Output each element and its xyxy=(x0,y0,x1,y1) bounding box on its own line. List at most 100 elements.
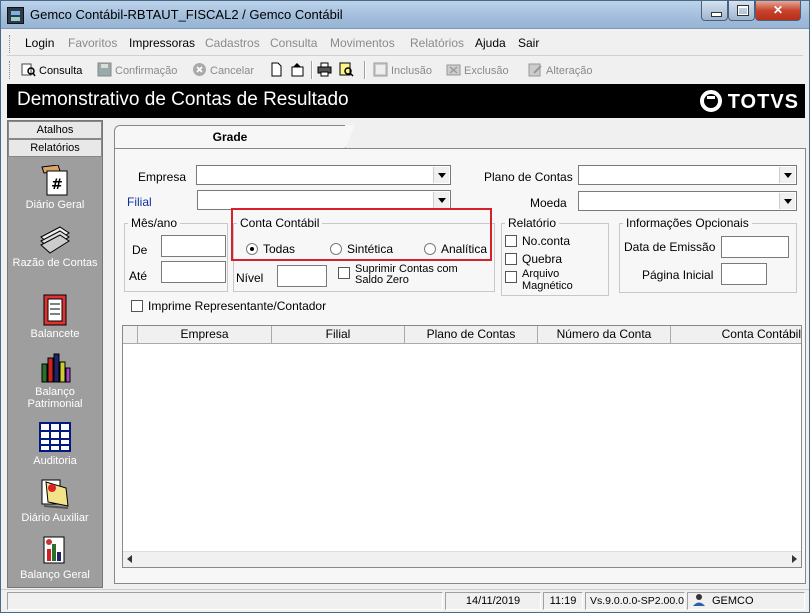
maximize-button[interactable] xyxy=(728,1,755,21)
grid-header: Empresa Filial Plano de Contas Número da… xyxy=(123,326,801,344)
sidebar-item-razao[interactable]: Razão de Contas xyxy=(8,223,102,269)
radio-sintetica-label[interactable]: Sintética xyxy=(347,242,393,256)
cancelar-button[interactable]: Cancelar xyxy=(192,62,254,78)
de-label: De xyxy=(132,243,148,257)
menu-relatorios[interactable]: Relatórios xyxy=(410,36,464,50)
radio-analitica[interactable] xyxy=(424,243,436,255)
empresa-label: Empresa xyxy=(138,170,187,184)
window-title: Gemco Contábil-RBTAUT_FISCAL2 / Gemco Co… xyxy=(30,7,343,22)
minimize-button[interactable] xyxy=(701,1,728,21)
radio-analitica-label[interactable]: Analítica xyxy=(441,242,487,256)
nivel-input[interactable] xyxy=(277,265,327,287)
sidebar-item-diario-auxiliar[interactable]: Diário Auxiliar xyxy=(8,478,102,524)
imprime-representante-label[interactable]: Imprime Representante/Contador xyxy=(148,299,326,313)
quebra-checkbox[interactable] xyxy=(505,253,517,265)
save-icon xyxy=(97,62,112,77)
sidebar-item-balanco-patrimonial[interactable]: Balanço Patrimonial xyxy=(8,352,102,410)
confirmacao-button[interactable]: Confirmação xyxy=(97,62,177,78)
title-bar[interactable]: Gemco Contábil-RBTAUT_FISCAL2 / Gemco Co… xyxy=(1,1,809,29)
arquivo-magnetico-checkbox[interactable] xyxy=(505,271,517,283)
de-input[interactable] xyxy=(161,235,226,257)
radio-todas[interactable] xyxy=(246,243,258,255)
pagina-inicial-input[interactable] xyxy=(721,263,767,285)
results-grid[interactable]: Empresa Filial Plano de Contas Número da… xyxy=(122,325,802,568)
consulta-label: Consulta xyxy=(39,65,83,77)
menu-cadastros[interactable]: Cadastros xyxy=(205,36,260,50)
scroll-left-icon[interactable] xyxy=(127,555,132,563)
grid-header-corner xyxy=(123,326,138,344)
application-window: Gemco Contábil-RBTAUT_FISCAL2 / Gemco Co… xyxy=(0,0,810,613)
chevron-down-icon[interactable] xyxy=(433,192,449,208)
new-document-icon xyxy=(269,62,284,77)
consulta-button[interactable]: Consulta xyxy=(21,62,82,78)
balanco-patrimonial-icon xyxy=(38,352,72,384)
totvs-logo-icon xyxy=(699,90,722,112)
chevron-down-icon[interactable] xyxy=(433,167,449,183)
delete-record-icon xyxy=(446,62,461,77)
preview-button[interactable] xyxy=(339,62,357,78)
sidebar-item-label: Diário Geral xyxy=(25,199,85,211)
plano-contas-label: Plano de Contas xyxy=(484,170,573,184)
relatorio-legend: Relatório xyxy=(508,216,557,230)
chevron-down-icon[interactable] xyxy=(779,193,795,209)
ate-input[interactable] xyxy=(161,261,226,283)
inclusao-button[interactable]: Inclusão xyxy=(373,62,432,78)
column-header-empresa[interactable]: Empresa xyxy=(138,326,272,344)
menu-ajuda[interactable]: Ajuda xyxy=(475,36,506,50)
data-emissao-input[interactable] xyxy=(721,236,789,258)
sidebar-item-label: Balanço Geral xyxy=(20,569,90,581)
sidebar-item-diario-geral[interactable]: # Diário Geral xyxy=(8,164,102,211)
column-header-numero-conta[interactable]: Número da Conta xyxy=(538,326,671,344)
status-user-panel: GEMCO xyxy=(687,592,805,610)
user-icon xyxy=(692,593,706,607)
menu-sair[interactable]: Sair xyxy=(518,36,539,50)
column-header-plano-contas[interactable]: Plano de Contas xyxy=(405,326,538,344)
status-time: 11:19 xyxy=(543,592,583,610)
toolbar-grip xyxy=(9,61,12,79)
imprime-representante-checkbox[interactable] xyxy=(131,300,143,312)
tab-grade[interactable]: Grade xyxy=(114,125,355,149)
menu-favoritos[interactable]: Favoritos xyxy=(68,36,117,50)
column-header-filial[interactable]: Filial xyxy=(272,326,405,344)
cancel-icon xyxy=(192,62,207,77)
plano-contas-combo[interactable] xyxy=(578,165,797,185)
chevron-down-icon[interactable] xyxy=(779,167,795,183)
moeda-combo[interactable] xyxy=(578,191,797,211)
razao-icon xyxy=(38,223,72,255)
export-button[interactable] xyxy=(290,62,308,78)
sidebar-item-balancete[interactable]: Balancete xyxy=(8,294,102,340)
sidebar-item-balanco-geral[interactable]: Balanço Geral xyxy=(8,535,102,581)
sidebar-item-label: Balanço Patrimonial xyxy=(27,386,83,410)
exclusao-button[interactable]: Exclusão xyxy=(446,62,509,78)
no-conta-label[interactable]: No.conta xyxy=(522,234,570,248)
filial-label: Filial xyxy=(127,195,152,209)
menu-impressoras[interactable]: Impressoras xyxy=(129,36,195,50)
menu-login[interactable]: Login xyxy=(25,36,54,50)
column-header-conta-contabil[interactable]: Conta Contábil xyxy=(671,326,801,344)
arquivo-magnetico-label[interactable]: Arquivo Magnético xyxy=(522,268,602,292)
filial-combo[interactable] xyxy=(197,190,451,210)
main-panel: Grade Empresa Filial Plano de Contas Moe… xyxy=(107,120,807,588)
toolbar-separator xyxy=(364,61,366,79)
totvs-logo: TOTVS xyxy=(699,90,799,114)
page-title: Demonstrativo de Contas de Resultado xyxy=(17,89,349,110)
radio-todas-label[interactable]: Todas xyxy=(263,242,295,256)
new-document-button[interactable] xyxy=(269,62,287,78)
print-button[interactable] xyxy=(317,62,335,78)
horizontal-scrollbar[interactable] xyxy=(123,551,801,567)
empresa-combo[interactable] xyxy=(196,165,451,185)
sidebar-tab-atalhos[interactable]: Atalhos xyxy=(8,121,102,139)
sidebar-tab-relatorios[interactable]: Relatórios xyxy=(8,139,102,157)
menu-movimentos[interactable]: Movimentos xyxy=(330,36,395,50)
sidebar-item-auditoria[interactable]: Auditoria xyxy=(8,421,102,467)
menu-consulta[interactable]: Consulta xyxy=(270,36,317,50)
alteracao-label: Alteração xyxy=(546,65,593,77)
alteracao-button[interactable]: Alteração xyxy=(528,62,592,78)
no-conta-checkbox[interactable] xyxy=(505,235,517,247)
scroll-right-icon[interactable] xyxy=(792,555,797,563)
close-button[interactable]: ✕ xyxy=(755,1,801,21)
radio-sintetica[interactable] xyxy=(330,243,342,255)
suprimir-checkbox[interactable] xyxy=(338,267,350,279)
quebra-label[interactable]: Quebra xyxy=(522,252,562,266)
suprimir-label[interactable]: Suprimir Contas com Saldo Zero xyxy=(355,264,485,286)
